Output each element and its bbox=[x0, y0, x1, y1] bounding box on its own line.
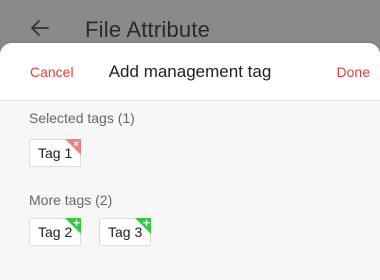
tag-sheet: Cancel Add management tag Done Selected … bbox=[0, 43, 380, 280]
add-icon[interactable] bbox=[135, 218, 152, 234]
add-icon[interactable] bbox=[65, 218, 82, 234]
done-button[interactable]: Done bbox=[337, 64, 370, 80]
page-title: File Attribute bbox=[85, 17, 211, 42]
more-tags-label: More tags (2) bbox=[29, 192, 113, 208]
selected-tag-1[interactable]: Tag 1 bbox=[29, 139, 82, 167]
selected-tags-label: Selected tags (1) bbox=[29, 110, 135, 126]
remove-icon[interactable] bbox=[65, 139, 82, 155]
sheet-header: Cancel Add management tag Done bbox=[0, 43, 380, 101]
sheet-title: Add management tag bbox=[108, 62, 272, 81]
more-tag-3[interactable]: Tag 3 bbox=[99, 218, 152, 246]
arrow-left-icon bbox=[31, 20, 49, 36]
more-tag-2[interactable]: Tag 2 bbox=[29, 218, 82, 246]
